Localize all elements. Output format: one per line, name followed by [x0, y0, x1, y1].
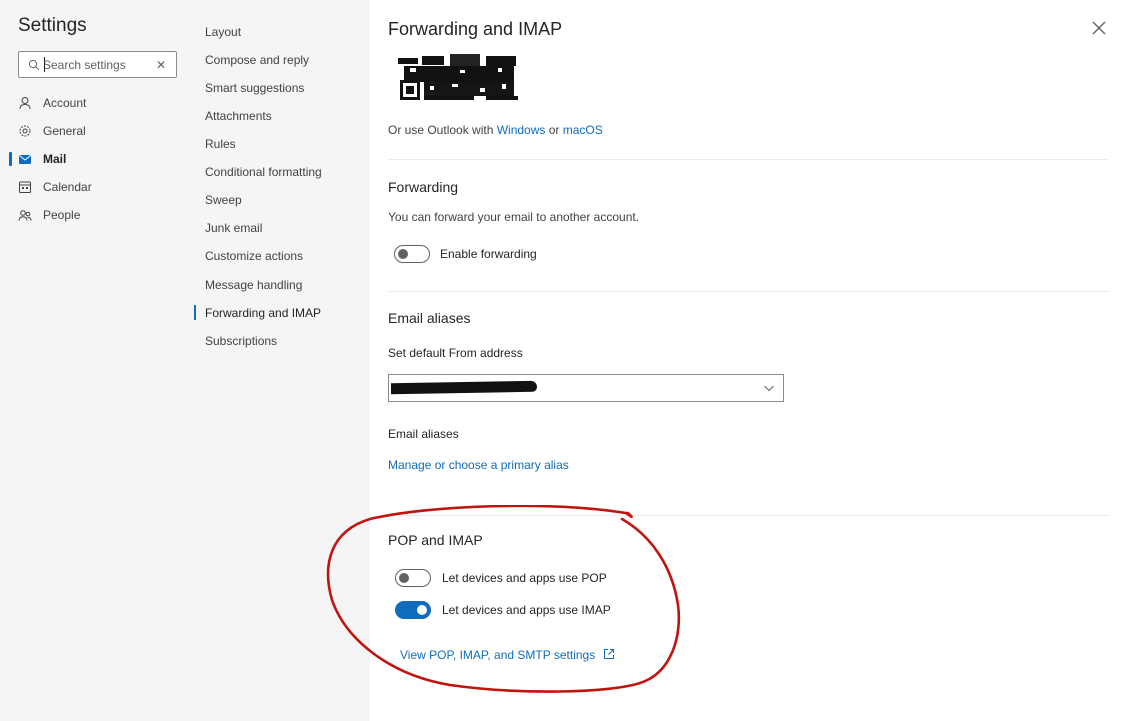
category-mail[interactable]: Mail — [18, 148, 188, 170]
enable-forwarding-toggle[interactable] — [394, 245, 430, 263]
category-label: Calendar — [43, 180, 92, 194]
pop-toggle-label: Let devices and apps use POP — [442, 571, 607, 585]
person-icon — [18, 96, 32, 110]
category-label: Mail — [43, 152, 67, 166]
default-from-label: Set default From address — [388, 346, 523, 360]
windows-link[interactable]: Windows — [497, 123, 546, 137]
nav-item-rules[interactable]: Rules — [205, 135, 236, 153]
section-divider — [388, 291, 1109, 292]
imap-toggle[interactable] — [395, 601, 431, 619]
category-label: People — [43, 208, 81, 222]
close-icon[interactable] — [1090, 19, 1108, 37]
outlook-apps-line: Or use Outlook with Windows or macOS — [388, 123, 603, 137]
nav-item-junk-email[interactable]: Junk email — [205, 219, 262, 237]
qr-code-image — [398, 54, 518, 100]
search-input[interactable] — [43, 55, 151, 74]
nav-item-conditional-formatting[interactable]: Conditional formatting — [205, 163, 322, 181]
settings-content-pane: Forwarding and IMAP Or use Outlook with … — [370, 0, 1125, 721]
pop-toggle[interactable] — [395, 569, 431, 587]
pop-imap-section-title: POP and IMAP — [388, 532, 483, 548]
category-calendar[interactable]: Calendar — [18, 176, 188, 198]
search-icon — [28, 59, 40, 71]
redacted-address — [391, 380, 537, 395]
nav-item-sweep[interactable]: Sweep — [205, 191, 242, 209]
category-label: Account — [43, 96, 87, 110]
enable-forwarding-label: Enable forwarding — [440, 247, 537, 261]
default-from-address-dropdown[interactable] — [388, 374, 784, 402]
category-label: General — [43, 124, 86, 138]
category-general[interactable]: General — [18, 120, 188, 142]
imap-toggle-label: Let devices and apps use IMAP — [442, 603, 611, 617]
nav-item-layout[interactable]: Layout — [205, 23, 241, 41]
or-text: or — [545, 123, 563, 137]
page-title: Forwarding and IMAP — [388, 19, 563, 39]
manage-alias-link[interactable]: Manage or choose a primary alias — [388, 458, 569, 472]
category-account[interactable]: Account — [18, 92, 188, 114]
nav-item-forwarding-and-imap[interactable]: Forwarding and IMAP — [205, 304, 321, 322]
nav-item-compose-and-reply[interactable]: Compose and reply — [205, 51, 309, 69]
gear-icon — [18, 124, 32, 138]
clear-search-icon[interactable]: ✕ — [156, 58, 166, 72]
nav-item-attachments[interactable]: Attachments — [205, 107, 272, 125]
toggle-knob — [398, 249, 408, 259]
text-caret — [44, 57, 45, 72]
mail-settings-nav: Layout Compose and reply Smart suggestio… — [190, 0, 370, 721]
people-icon — [18, 208, 32, 222]
chevron-down-icon — [764, 385, 774, 392]
nav-item-customize-actions[interactable]: Customize actions — [205, 247, 303, 265]
settings-categories-pane: Settings ✕ Account General Mail Calendar — [0, 0, 190, 721]
email-aliases-section-title: Email aliases — [388, 310, 471, 326]
macos-link[interactable]: macOS — [563, 123, 603, 137]
selected-category-indicator — [9, 152, 12, 166]
forwarding-section-title: Forwarding — [388, 179, 459, 195]
calendar-icon — [18, 180, 32, 194]
settings-title: Settings — [18, 15, 87, 36]
email-aliases-label: Email aliases — [388, 427, 459, 441]
nav-item-subscriptions[interactable]: Subscriptions — [205, 332, 277, 350]
forwarding-description: You can forward your email to another ac… — [388, 210, 640, 224]
section-divider — [388, 159, 1109, 160]
settings-link-text: View POP, IMAP, and SMTP settings — [400, 648, 596, 662]
nav-item-message-handling[interactable]: Message handling — [205, 276, 302, 294]
selected-nav-indicator — [194, 305, 196, 320]
external-link-icon — [604, 649, 615, 659]
toggle-knob — [399, 573, 409, 583]
section-divider — [388, 515, 1109, 516]
toggle-knob — [417, 605, 427, 615]
outlook-apps-text: Or use Outlook with — [388, 123, 497, 137]
mail-icon — [18, 152, 32, 166]
search-box[interactable]: ✕ — [18, 51, 177, 78]
view-pop-imap-smtp-settings-link[interactable]: View POP, IMAP, and SMTP settings — [400, 648, 615, 662]
nav-item-smart-suggestions[interactable]: Smart suggestions — [205, 79, 304, 97]
category-people[interactable]: People — [18, 204, 188, 226]
